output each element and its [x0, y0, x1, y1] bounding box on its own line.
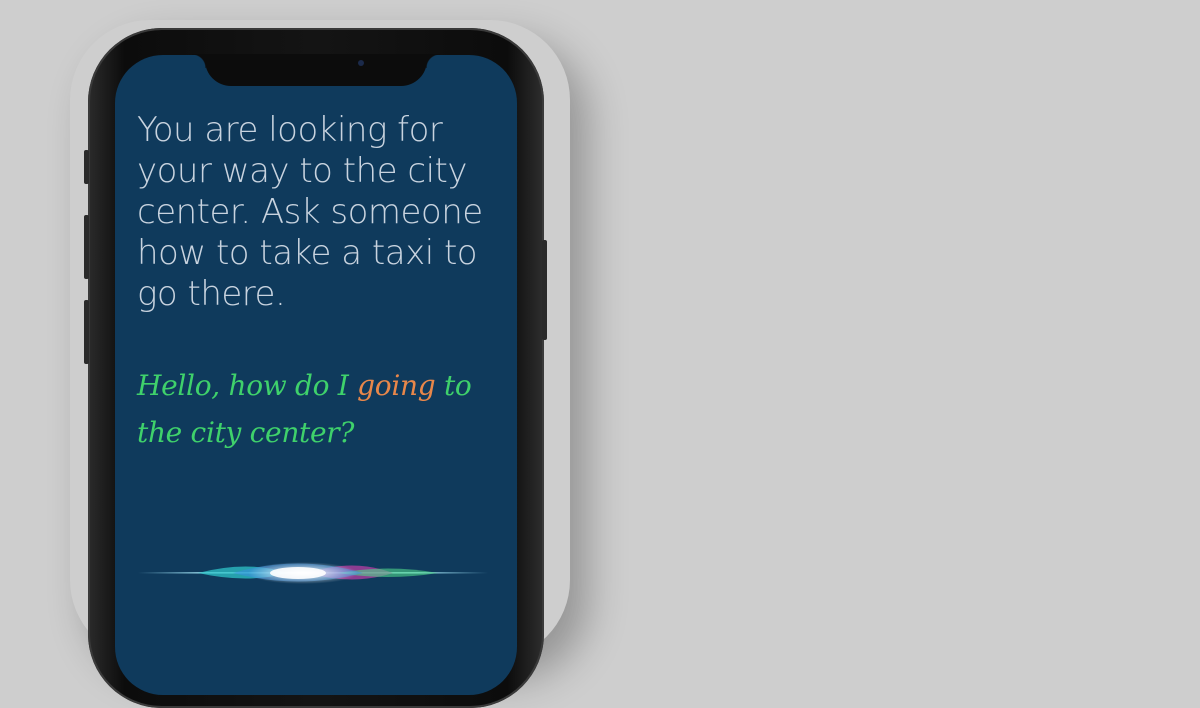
speech-transcript: Hello, how do I going to the city center… [137, 362, 507, 456]
volume-down-button [84, 300, 89, 364]
power-button [542, 240, 547, 340]
siri-waveform-icon[interactable] [138, 552, 488, 594]
speech-error-word: going [357, 369, 436, 402]
front-camera-icon [358, 60, 364, 66]
task-prompt: You are looking for your way to the city… [137, 110, 483, 314]
speech-text-before: Hello, how do I [137, 369, 358, 402]
volume-up-button [84, 215, 89, 279]
phone-notch [192, 54, 440, 86]
wave-core-bright [270, 567, 326, 579]
mute-switch [84, 150, 89, 184]
